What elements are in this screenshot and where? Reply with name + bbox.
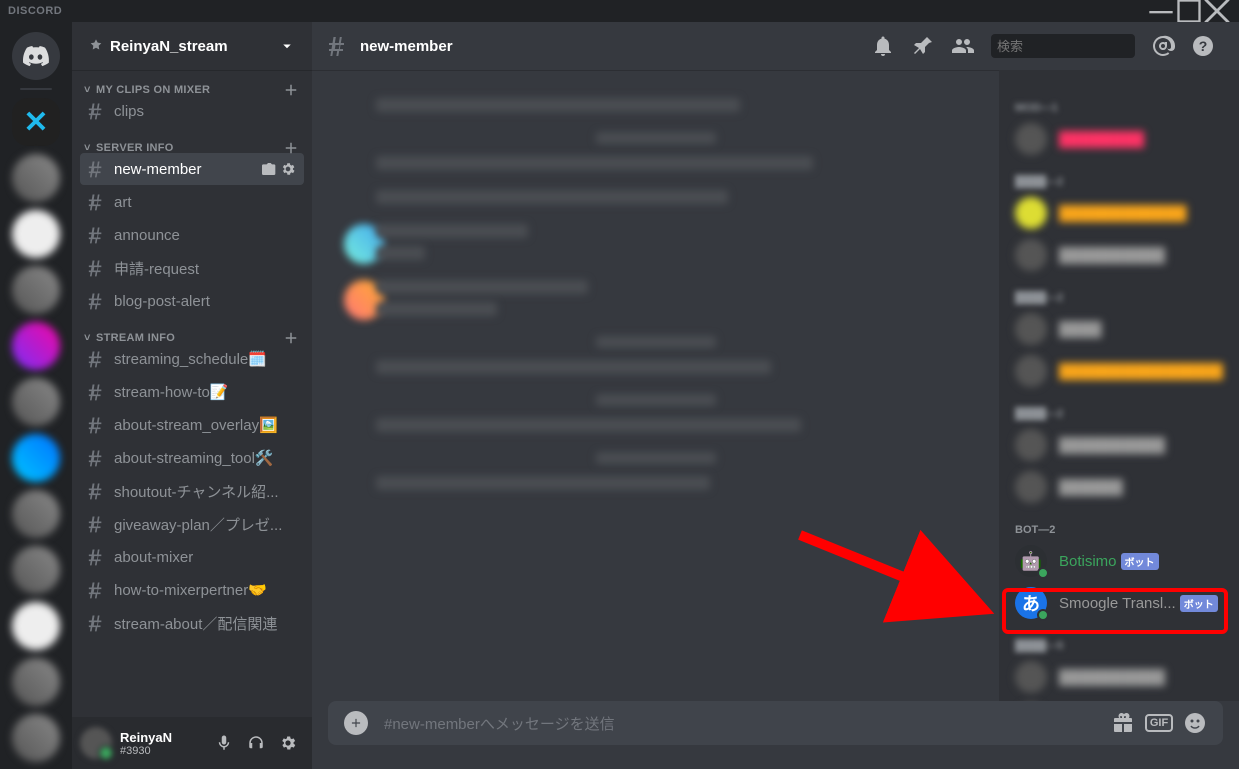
member-item[interactable]: ████████████████ bbox=[1007, 350, 1231, 392]
mute-button[interactable] bbox=[208, 727, 240, 759]
channel-list: ˅MY CLIPS ON MIXERclips˅SERVER INFOnew-m… bbox=[72, 70, 312, 717]
member-name: Smoogle Transl... bbox=[1059, 595, 1176, 612]
server-name: ReinyaN_stream bbox=[110, 38, 278, 55]
settings-button[interactable] bbox=[272, 727, 304, 759]
members-icon[interactable] bbox=[951, 34, 975, 58]
user-name: ReinyaN bbox=[120, 730, 208, 745]
member-category-bot: BOT—2 bbox=[1007, 508, 1231, 540]
minimize-button[interactable] bbox=[1147, 0, 1175, 22]
channel-giveaway-plan／プレゼ...[interactable]: giveaway-plan／プレゼ... bbox=[80, 508, 304, 540]
channel-stream-how-to[interactable]: stream-how-to📝 bbox=[80, 376, 304, 408]
bot-badge: ボット bbox=[1180, 595, 1218, 612]
server-item[interactable] bbox=[12, 546, 60, 594]
channel-shoutout-チャンネル紹...[interactable]: shoutout-チャンネル紹... bbox=[80, 475, 304, 507]
channel-header: new-member ? bbox=[312, 22, 1239, 70]
channel-art[interactable]: art bbox=[80, 186, 304, 218]
search-input[interactable] bbox=[997, 39, 1173, 54]
server-header[interactable]: ReinyaN_stream bbox=[72, 22, 312, 70]
channel-stream-about／配信関連[interactable]: stream-about／配信関連 bbox=[80, 607, 304, 639]
server-list: ✕ bbox=[0, 22, 72, 769]
server-item[interactable] bbox=[12, 322, 60, 370]
gif-button[interactable]: GIF bbox=[1147, 711, 1171, 735]
member-item[interactable]: ██████████ bbox=[1007, 234, 1231, 276]
member-smoogle[interactable]: あ Smoogle Transl... ボット bbox=[1007, 582, 1231, 624]
server-item[interactable] bbox=[12, 378, 60, 426]
help-icon[interactable]: ? bbox=[1191, 34, 1215, 58]
channel-title: new-member bbox=[360, 38, 863, 55]
member-item[interactable]: ██████ bbox=[1007, 466, 1231, 508]
chevron-down-icon bbox=[278, 37, 296, 55]
pinned-icon[interactable] bbox=[911, 34, 935, 58]
avatar: あ bbox=[1015, 587, 1047, 619]
attach-button[interactable] bbox=[344, 711, 368, 735]
member-item[interactable]: ██████████ bbox=[1007, 424, 1231, 466]
member-item[interactable]: ████████ bbox=[1007, 118, 1231, 160]
server-item[interactable] bbox=[12, 266, 60, 314]
channel-announce[interactable]: announce bbox=[80, 219, 304, 251]
deafen-button[interactable] bbox=[240, 727, 272, 759]
channel-clips[interactable]: clips bbox=[80, 95, 304, 127]
input-placeholder: #new-memberへメッセージを送信 bbox=[384, 713, 1099, 734]
server-item[interactable] bbox=[12, 658, 60, 706]
hash-icon bbox=[328, 34, 352, 58]
members-list: MOD—1 ████████ ████—2 ████████████ █████… bbox=[999, 70, 1239, 701]
category-header[interactable]: ˅STREAM INFO bbox=[80, 318, 304, 342]
boost-icon bbox=[88, 38, 104, 54]
message-input[interactable]: #new-memberへメッセージを送信 GIF bbox=[328, 701, 1223, 745]
member-item[interactable]: ████████████ bbox=[1007, 192, 1231, 234]
gift-button[interactable] bbox=[1111, 711, 1135, 735]
server-item[interactable] bbox=[12, 434, 60, 482]
member-item[interactable]: ████████ bbox=[1007, 698, 1231, 701]
server-mixer[interactable]: ✕ bbox=[12, 98, 60, 146]
channel-about-mixer[interactable]: about-mixer bbox=[80, 541, 304, 573]
member-botisimo[interactable]: Botisimo ボット bbox=[1007, 540, 1231, 582]
category-header[interactable]: ˅MY CLIPS ON MIXER bbox=[80, 70, 304, 94]
server-item[interactable] bbox=[12, 490, 60, 538]
message-list bbox=[312, 70, 999, 701]
bot-badge: ボット bbox=[1121, 553, 1159, 570]
category-header[interactable]: ˅SERVER INFO bbox=[80, 128, 304, 152]
emoji-button[interactable] bbox=[1183, 711, 1207, 735]
close-button[interactable] bbox=[1203, 0, 1231, 22]
channel-blog-post-alert[interactable]: blog-post-alert bbox=[80, 285, 304, 317]
channel-about-stream_overlay[interactable]: about-stream_overlay🖼️ bbox=[80, 409, 304, 441]
member-name: Botisimo bbox=[1059, 553, 1117, 570]
channel-streaming_schedule[interactable]: streaming_schedule🗓️ bbox=[80, 343, 304, 375]
server-item[interactable] bbox=[12, 210, 60, 258]
user-tag: #3930 bbox=[120, 745, 208, 757]
member-item[interactable]: ████ bbox=[1007, 308, 1231, 350]
user-panel: ReinyaN #3930 bbox=[72, 717, 312, 769]
channel-how-to-mixerpertner[interactable]: how-to-mixerpertner🤝 bbox=[80, 574, 304, 606]
maximize-button[interactable] bbox=[1175, 0, 1203, 22]
channel-申請-request[interactable]: 申請-request bbox=[80, 252, 304, 284]
server-item[interactable] bbox=[12, 154, 60, 202]
mentions-icon[interactable] bbox=[1151, 34, 1175, 58]
svg-text:?: ? bbox=[1199, 38, 1208, 54]
user-avatar[interactable] bbox=[80, 727, 112, 759]
server-item[interactable] bbox=[12, 602, 60, 650]
avatar bbox=[1015, 545, 1047, 577]
notifications-icon[interactable] bbox=[871, 34, 895, 58]
app-name: DISCORD bbox=[8, 5, 62, 17]
member-item[interactable]: ██████████ bbox=[1007, 656, 1231, 698]
channel-about-streaming_tool[interactable]: about-streaming_tool🛠️ bbox=[80, 442, 304, 474]
server-item[interactable] bbox=[12, 714, 60, 762]
home-button[interactable] bbox=[12, 32, 60, 80]
channel-new-member[interactable]: new-member bbox=[80, 153, 304, 185]
search-box[interactable] bbox=[991, 34, 1135, 58]
